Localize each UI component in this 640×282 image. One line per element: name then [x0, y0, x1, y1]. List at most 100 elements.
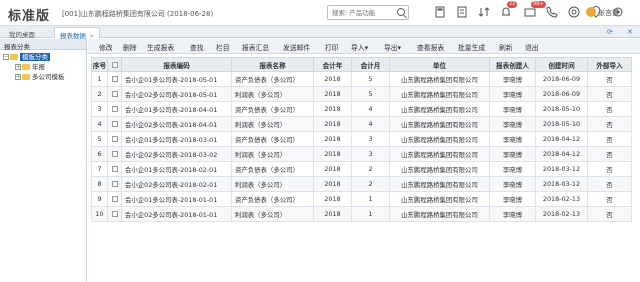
table-header: 序号 报表编码 报表名称 会计年 会计月 单位 报表创建人 创建时间 外部导入 [91, 57, 632, 72]
col-header-index[interactable]: 序号 [91, 57, 108, 72]
row-select[interactable] [107, 86, 122, 102]
external-import: 否 [587, 116, 632, 132]
row-select[interactable] [107, 161, 122, 177]
expand-icon[interactable]: + [15, 64, 21, 70]
external-import: 否 [587, 191, 632, 207]
print-button[interactable]: 打印 [325, 42, 339, 52]
tree-root[interactable]: − 模板分类 [3, 52, 83, 62]
view-report-button[interactable]: 查看报表 [417, 42, 444, 52]
fiscal-month: 2 [351, 176, 390, 192]
calculator-icon[interactable] [434, 6, 448, 20]
table-row[interactable]: 5 会小企01多公司表-2018-03-01 资产负债表（多公司） 2018 3 山东鹏程… [91, 131, 632, 147]
send-email-button[interactable]: 发送邮件 [283, 42, 310, 52]
report-name: 利润表（多公司） [231, 116, 314, 132]
search-icon[interactable] [397, 8, 405, 16]
row-checkbox[interactable] [111, 136, 118, 142]
row-checkbox[interactable] [111, 106, 118, 112]
creator: 李晓博 [489, 131, 536, 147]
table-row[interactable]: 10 会小企02多公司表-2018-01-01 利润表（多公司） 2018 1 山东鹏程路… [91, 206, 632, 222]
help-icon[interactable] [568, 6, 582, 20]
col-header-unit[interactable]: 单位 [389, 57, 490, 72]
row-index: 8 [91, 176, 108, 192]
row-checkbox[interactable] [111, 91, 118, 97]
delete-button[interactable]: 删除 [123, 42, 137, 52]
row-select[interactable] [107, 116, 122, 132]
created-date: 2018-04-12 [535, 146, 588, 162]
table-row[interactable]: 7 会小企01多公司表-2018-02-01 资产负债表（多公司） 2018 2 山东鹏程… [91, 161, 632, 177]
row-checkbox[interactable] [111, 181, 118, 187]
row-index: 2 [91, 86, 108, 102]
avatar[interactable] [586, 7, 596, 17]
col-header-creator[interactable]: 报表创建人 [489, 57, 536, 72]
table-row[interactable]: 8 会小企02多公司表-2018-02-01 利润表（多公司） 2018 2 山东鹏程路桥… [91, 176, 632, 192]
folder-icon [22, 74, 30, 80]
table-row[interactable]: 2 会小企02多公司表-2018-05-01 利润表（多公司） 2018 5 山东鹏程路桥… [91, 86, 632, 102]
phone-icon[interactable] [546, 6, 560, 20]
toolbar: 修改 删除 生成报表 查找 栏目 报表汇总 发送邮件 打印 导入▾ 导出▾ 查看… [88, 39, 640, 54]
row-select[interactable] [107, 131, 122, 147]
row-checkbox[interactable] [111, 151, 118, 157]
fiscal-month: 3 [351, 131, 390, 147]
table-row[interactable]: 1 会小企01多公司表-2018-05-01 资产负债表（多公司） 2018 5 山东鹏程… [91, 71, 632, 87]
col-header-year[interactable]: 会计年 [313, 57, 352, 72]
generate-report-button[interactable]: 生成报表 [147, 42, 174, 52]
fiscal-year: 2018 [313, 176, 352, 192]
fiscal-month: 1 [351, 191, 390, 207]
exit-button[interactable]: 退出 [525, 42, 539, 52]
notifications-badge: 22 [507, 1, 518, 8]
row-index: 6 [91, 146, 108, 162]
export-button[interactable]: 导出▾ [384, 42, 401, 52]
col-header-created[interactable]: 创建时间 [535, 57, 588, 72]
col-header-imported[interactable]: 外部导入 [587, 57, 632, 72]
creator: 李晓博 [489, 146, 536, 162]
search-input[interactable] [328, 6, 394, 19]
tab-report-data[interactable]: 报表数据 × [54, 27, 101, 40]
col-header-select[interactable] [107, 57, 122, 72]
col-header-name[interactable]: 报表名称 [231, 57, 314, 72]
col-header-month[interactable]: 会计月 [351, 57, 390, 72]
notifications-icon[interactable]: 22 [500, 1, 518, 20]
row-checkbox[interactable] [111, 196, 118, 202]
row-select[interactable] [107, 146, 122, 162]
row-select[interactable] [107, 191, 122, 207]
unit: 山东鹏程路桥集团有限公司 [389, 206, 490, 222]
col-header-code[interactable]: 报表编码 [121, 57, 232, 72]
user-name[interactable]: 张言置 [598, 8, 619, 18]
row-checkbox[interactable] [111, 166, 118, 172]
refresh-tab-icon[interactable]: ⟳ [607, 28, 613, 36]
top-bar: 标准版 [001]山东鹏程路桥集团有限公司 (2018-06-28) 22 99… [0, 0, 640, 26]
import-button[interactable]: 导入▾ [351, 42, 368, 52]
table-row[interactable]: 3 会小企01多公司表-2018-04-01 资产负债表（多公司） 2018 4 山东鹏程… [91, 101, 632, 117]
find-button[interactable]: 查找 [190, 42, 204, 52]
refresh-button[interactable]: 刷新 [499, 42, 513, 52]
sort-icon[interactable] [478, 6, 492, 20]
report-icon[interactable] [456, 6, 470, 20]
table-row[interactable]: 6 会小企02多公司表-2018-03-02 利润表（多公司） 2018 3 山东鹏程路桥… [91, 146, 632, 162]
tree-item-multicompany[interactable]: + 多公司模板 [3, 72, 83, 82]
row-select[interactable] [107, 71, 122, 87]
row-select[interactable] [107, 101, 122, 117]
search-box[interactable] [327, 5, 409, 20]
columns-button[interactable]: 栏目 [216, 42, 230, 52]
report-name: 资产负债表（多公司） [231, 191, 314, 207]
fiscal-year: 2018 [313, 131, 352, 147]
close-icon[interactable]: ✕ [627, 28, 633, 36]
expand-icon[interactable]: + [15, 74, 21, 80]
external-import: 否 [587, 161, 632, 177]
edit-button[interactable]: 修改 [99, 42, 113, 52]
row-select[interactable] [107, 206, 122, 222]
table-row[interactable]: 9 会小企01多公司表-2018-01-01 资产负债表（多公司） 2018 1 山东鹏程… [91, 191, 632, 207]
messages-icon[interactable]: 99+ [524, 1, 546, 20]
summary-button[interactable]: 报表汇总 [242, 42, 269, 52]
row-checkbox[interactable] [111, 76, 118, 82]
collapse-icon[interactable]: − [3, 54, 9, 60]
row-checkbox[interactable] [111, 121, 118, 127]
row-select[interactable] [107, 176, 122, 192]
unit: 山东鹏程路桥集团有限公司 [389, 131, 490, 147]
tree-item-annual[interactable]: + 年报 [3, 62, 83, 72]
tab-desktop[interactable]: 我的桌面 [4, 27, 40, 39]
select-all-checkbox[interactable] [111, 61, 118, 68]
batch-generate-button[interactable]: 批量生成 [458, 42, 485, 52]
table-row[interactable]: 4 会小企02多公司表-2018-04-01 利润表（多公司） 2018 4 山东鹏程路桥… [91, 116, 632, 132]
row-checkbox[interactable] [111, 211, 118, 217]
